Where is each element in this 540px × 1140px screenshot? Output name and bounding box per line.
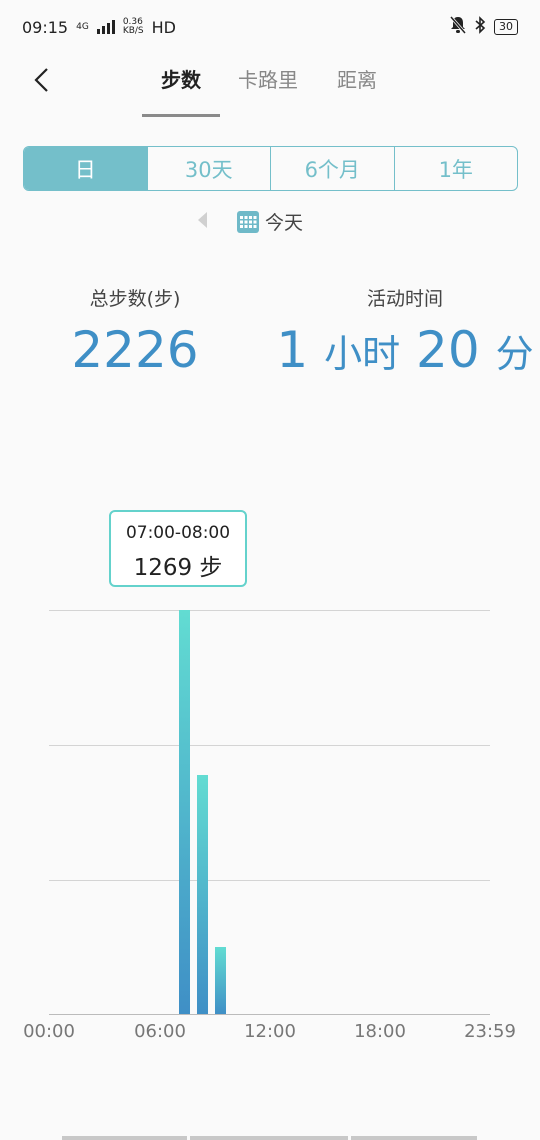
x-tick-label: 00:00 <box>23 1021 75 1042</box>
x-tick-label: 23:59 <box>464 1021 516 1042</box>
mute-bell-icon <box>449 16 467 38</box>
back-button[interactable] <box>24 62 60 98</box>
x-tick-label: 12:00 <box>244 1021 296 1042</box>
active-minutes-value: 20 <box>416 321 480 379</box>
tab-steps[interactable]: 步数 <box>161 64 201 93</box>
period-selector: 日 30天 6个月 1年 <box>23 146 518 191</box>
net-speed-unit: KB/S <box>122 26 144 36</box>
chart-bar[interactable] <box>178 610 190 1014</box>
date-label[interactable]: 今天 <box>265 208 303 235</box>
active-time-value: 1 小时 20 分 <box>270 321 540 379</box>
active-hours-value: 1 <box>276 321 309 379</box>
hourly-steps-chart[interactable]: 07:00-08:00 1269 步 00:00 06:00 12:00 18:… <box>0 500 540 1060</box>
chevron-left-icon <box>34 68 48 92</box>
minutes-unit: 分 <box>495 332 534 376</box>
status-right: 30 <box>449 16 518 38</box>
total-steps-label: 总步数(步) <box>89 288 181 310</box>
tooltip-value: 1269 步 <box>111 548 245 582</box>
calendar-icon[interactable] <box>237 211 259 233</box>
chart-bar[interactable] <box>215 947 227 1014</box>
x-tick-label: 18:00 <box>354 1021 406 1042</box>
gridline <box>49 745 490 746</box>
tooltip-time: 07:00-08:00 <box>125 523 231 543</box>
date-navigation: 今天 <box>0 206 540 236</box>
battery-icon: 30 <box>494 19 518 35</box>
nav-bar: 步数 卡路里 距离 <box>0 54 540 118</box>
total-steps-value: 2226 <box>71 321 199 379</box>
hours-unit: 小时 <box>324 332 401 376</box>
status-time: 09:15 <box>22 17 69 37</box>
previous-day-arrow-icon[interactable] <box>198 212 207 228</box>
tooltip-steps-unit: 步 <box>199 555 223 581</box>
period-6months-button[interactable]: 6个月 <box>270 147 394 190</box>
net-speed: 0.36 KB/S <box>123 18 144 36</box>
chart-bar[interactable] <box>197 775 208 1014</box>
active-time-stat: 活动时间 1 小时 20 分 <box>270 284 540 379</box>
gridline <box>49 880 490 881</box>
status-bar: 09:15 4G 0.36 KB/S HD 30 <box>0 0 540 54</box>
bluetooth-icon <box>474 16 486 38</box>
network-type: 4G <box>76 22 89 32</box>
signal-icon <box>96 20 115 34</box>
tab-calories[interactable]: 卡路里 <box>238 64 298 93</box>
chart-tooltip: 07:00-08:00 1269 步 <box>109 510 247 587</box>
gridline <box>49 610 490 611</box>
total-steps-stat: 总步数(步) 2226 <box>0 284 270 379</box>
x-axis-baseline <box>49 1014 490 1015</box>
tab-distance[interactable]: 距离 <box>337 64 377 93</box>
home-indicator <box>62 1136 187 1140</box>
period-30days-button[interactable]: 30天 <box>146 147 271 190</box>
active-tab-indicator <box>142 114 220 117</box>
tooltip-steps-value: 1269 <box>133 555 193 581</box>
period-day-button[interactable]: 日 <box>24 147 147 190</box>
status-left: 09:15 4G 0.36 KB/S HD <box>22 18 176 37</box>
period-1year-button[interactable]: 1年 <box>393 147 518 190</box>
active-time-label: 活动时间 <box>366 288 443 310</box>
x-tick-label: 06:00 <box>134 1021 186 1042</box>
hd-label: HD <box>151 17 176 37</box>
home-indicator <box>190 1136 348 1140</box>
home-indicator <box>351 1136 477 1140</box>
